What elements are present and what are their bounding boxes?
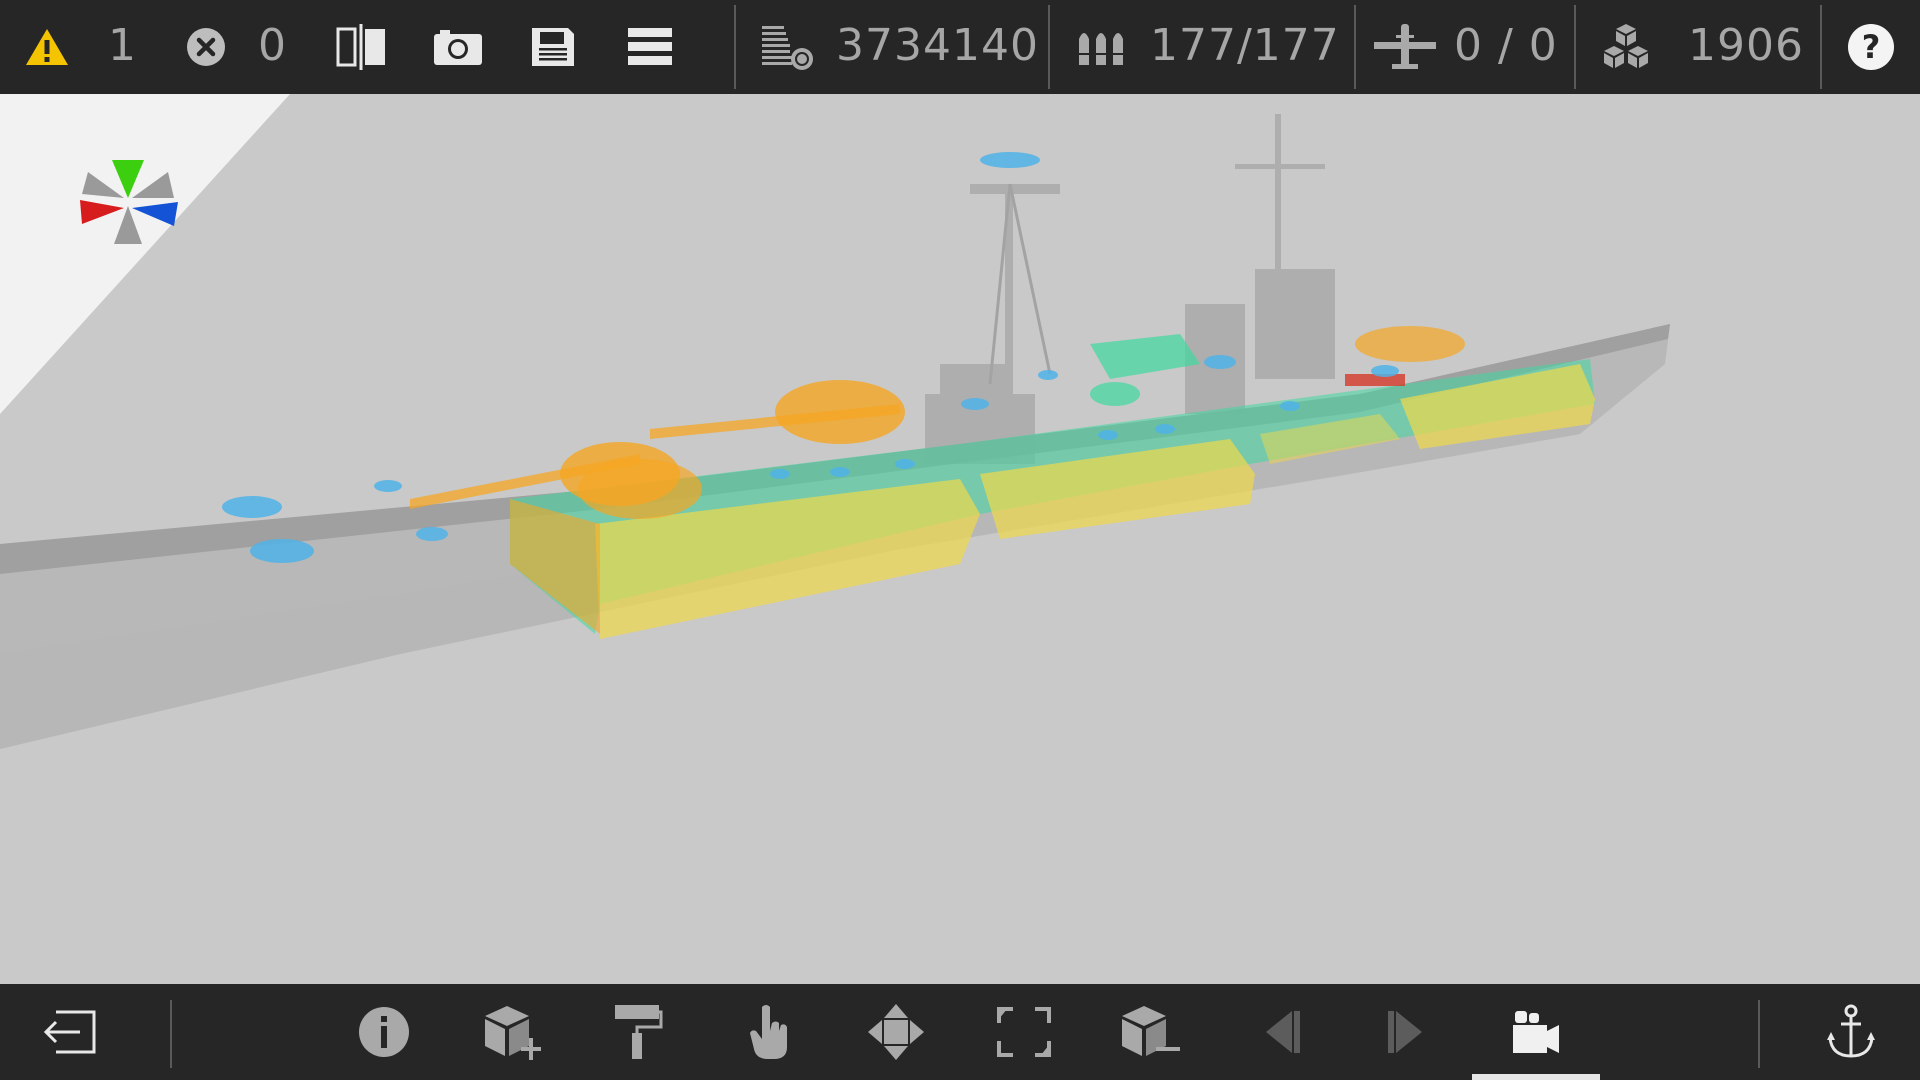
ship-editor-viewport[interactable] [0, 94, 1920, 984]
step-forward-icon [1386, 1009, 1426, 1055]
save-icon [530, 26, 576, 68]
menu-button[interactable] [628, 0, 672, 94]
toolbar-divider [1820, 5, 1822, 89]
add-cube-icon [481, 1004, 543, 1060]
ammo-value: 177/177 [1150, 20, 1340, 71]
info-button[interactable] [352, 984, 416, 1080]
errors-indicator[interactable] [186, 0, 226, 94]
background-wedge [0, 94, 290, 414]
screenshot-button[interactable] [432, 0, 484, 94]
video-camera-icon [1511, 1009, 1561, 1055]
previous-button[interactable] [1258, 984, 1306, 1080]
toolbar-divider [170, 1000, 172, 1068]
camera-view-button[interactable] [1500, 984, 1572, 1080]
next-button[interactable] [1382, 984, 1430, 1080]
parts-cubes-icon [1598, 22, 1654, 72]
paint-roller-icon [613, 1003, 663, 1061]
scale-frame-icon [995, 1005, 1053, 1059]
parts-value: 1906 [1688, 20, 1804, 71]
save-button[interactable] [530, 0, 576, 94]
remove-cube-icon [1118, 1004, 1182, 1060]
help-icon: ? [1848, 24, 1894, 70]
compare-button[interactable] [336, 0, 388, 94]
menu-icon [628, 28, 672, 66]
parts-indicator[interactable] [1598, 0, 1654, 94]
step-back-icon [1262, 1009, 1302, 1055]
select-button[interactable] [740, 984, 800, 1080]
toolbar-divider [734, 5, 736, 89]
toolbar-divider [1574, 5, 1576, 89]
camera-icon [432, 27, 484, 67]
warnings-indicator[interactable] [24, 0, 70, 94]
help-symbol: ? [1861, 28, 1881, 66]
anchor-button[interactable] [1820, 984, 1882, 1080]
aircraft-indicator[interactable] [1372, 0, 1438, 94]
top-toolbar: 1 0 3734140 177/177 0 / 0 1906 ? [0, 0, 1920, 94]
ammo-shells-icon [1076, 25, 1128, 69]
aircraft-icon [1372, 22, 1438, 72]
paint-button[interactable] [608, 984, 668, 1080]
cost-value: 3734140 [836, 20, 1039, 71]
bottom-toolbar [0, 984, 1920, 1080]
cost-indicator[interactable] [760, 0, 816, 94]
move-button[interactable] [864, 984, 928, 1080]
move-arrows-icon [867, 1003, 925, 1061]
active-tool-indicator [1472, 1074, 1600, 1080]
toolbar-divider [1758, 1000, 1760, 1068]
aircraft-value: 0 / 0 [1454, 20, 1558, 71]
help-button[interactable]: ? [1848, 0, 1894, 94]
add-part-button[interactable] [478, 984, 546, 1080]
errors-count: 0 [258, 20, 287, 71]
scale-button[interactable] [990, 984, 1058, 1080]
compare-panels-icon [336, 24, 388, 70]
toolbar-divider [1354, 5, 1356, 89]
warnings-count: 1 [108, 20, 137, 71]
exit-icon [42, 1009, 98, 1055]
hand-pointer-icon [748, 1003, 792, 1061]
error-circle-icon [186, 27, 226, 67]
warning-triangle-icon [24, 27, 70, 67]
toolbar-divider [1048, 5, 1050, 89]
cost-stack-icon [760, 23, 816, 71]
ship-model-render[interactable] [0, 94, 1920, 984]
info-icon [358, 1006, 410, 1058]
ammo-indicator[interactable] [1076, 0, 1128, 94]
anchor-icon [1826, 1004, 1876, 1060]
remove-part-button[interactable] [1114, 984, 1186, 1080]
exit-button[interactable] [36, 984, 104, 1080]
